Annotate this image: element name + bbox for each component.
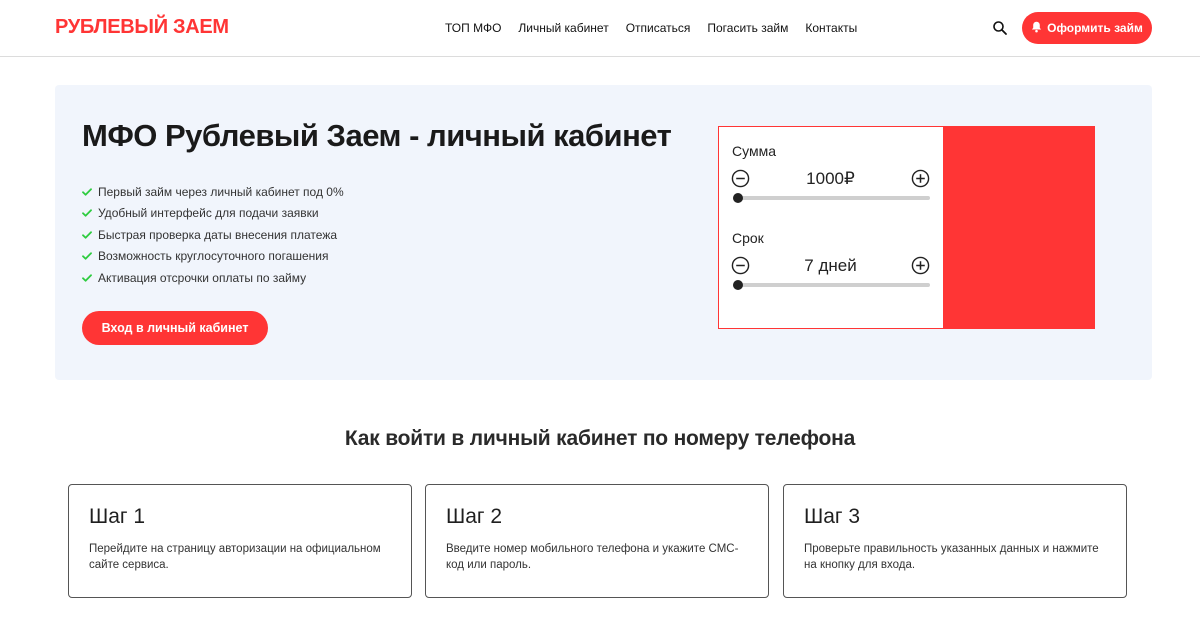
list-item: Быстрая проверка даты внесения платежа: [82, 224, 344, 246]
step-text: Перейдите на страницу авторизации на офи…: [89, 543, 381, 571]
site-logo[interactable]: РУБЛЕВЫЙ ЗАЕМ: [55, 16, 229, 39]
amount-value: 1000₽: [806, 169, 855, 188]
list-item: Активация отсрочки оплаты по займу: [82, 267, 344, 289]
plus-circle-icon[interactable]: [911, 169, 930, 188]
step-title: Шаг 3: [804, 505, 861, 528]
check-icon: [82, 231, 92, 239]
amount-stepper: 1000₽: [731, 168, 930, 190]
term-slider[interactable]: [733, 280, 930, 290]
feature-list: Первый займ через личный кабинет под 0% …: [82, 181, 344, 289]
check-icon: [82, 252, 92, 260]
check-icon: [82, 188, 92, 196]
step-text: Введите номер мобильного телефона и укаж…: [446, 543, 739, 571]
site-header: РУБЛЕВЫЙ ЗАЕМ ТОП МФО Личный кабинет Отп…: [0, 0, 1200, 57]
term-label: Срок: [732, 230, 764, 246]
hero-section: МФО Рублевый Заем - личный кабинет Первы…: [55, 85, 1152, 380]
amount-label: Сумма: [732, 143, 776, 159]
login-button[interactable]: Вход в личный кабинет: [82, 311, 268, 345]
amount-slider[interactable]: [733, 193, 930, 203]
main-nav: ТОП МФО Личный кабинет Отписаться Погаси…: [445, 21, 874, 35]
feature-text: Быстрая проверка даты внесения платежа: [98, 227, 338, 242]
minus-circle-icon[interactable]: [731, 169, 750, 188]
step-text: Проверьте правильность указанных данных …: [804, 543, 1099, 571]
amount-slider-thumb[interactable]: [733, 193, 743, 203]
step-card-3: Шаг 3 Проверьте правильность указанных д…: [783, 484, 1127, 598]
plus-circle-icon[interactable]: [911, 256, 930, 275]
term-value: 7 дней: [804, 256, 857, 275]
feature-text: Удобный интерфейс для подачи заявки: [98, 206, 319, 221]
term-slider-thumb[interactable]: [733, 280, 743, 290]
step-card-2: Шаг 2 Введите номер мобильного телефона …: [425, 484, 769, 598]
feature-text: Активация отсрочки оплаты по займу: [98, 270, 307, 285]
feature-text: Первый займ через личный кабинет под 0%: [98, 184, 344, 199]
check-icon: [82, 209, 92, 217]
page-title: МФО Рублевый Заем - личный кабинет: [82, 118, 672, 153]
list-item: Первый займ через личный кабинет под 0%: [82, 181, 344, 203]
nav-item-repay[interactable]: Погасить займ: [707, 21, 788, 35]
loan-calculator: Сумма 1000₽ Срок 7 дней: [718, 126, 1095, 329]
step-title: Шаг 1: [89, 505, 146, 528]
bell-icon: [1031, 21, 1042, 36]
term-stepper: 7 дней: [731, 255, 930, 277]
apply-loan-button[interactable]: Оформить займ: [1022, 12, 1152, 44]
search-icon[interactable]: [992, 20, 1008, 36]
calculator-side-panel: [943, 127, 1094, 328]
list-item: Удобный интерфейс для подачи заявки: [82, 203, 344, 225]
nav-item-account[interactable]: Личный кабинет: [518, 21, 608, 35]
nav-item-contacts[interactable]: Контакты: [805, 21, 857, 35]
nav-item-unsubscribe[interactable]: Отписаться: [626, 21, 691, 35]
nav-item-top-mfo[interactable]: ТОП МФО: [445, 21, 501, 35]
section-title: Как войти в личный кабинет по номеру тел…: [344, 427, 856, 450]
step-title: Шаг 2: [446, 505, 503, 528]
feature-text: Возможность круглосуточного погашения: [98, 249, 329, 264]
apply-loan-label: Оформить займ: [1047, 21, 1143, 35]
check-icon: [82, 274, 92, 282]
list-item: Возможность круглосуточного погашения: [82, 246, 344, 268]
minus-circle-icon[interactable]: [731, 256, 750, 275]
step-card-1: Шаг 1 Перейдите на страницу авторизации …: [68, 484, 412, 598]
